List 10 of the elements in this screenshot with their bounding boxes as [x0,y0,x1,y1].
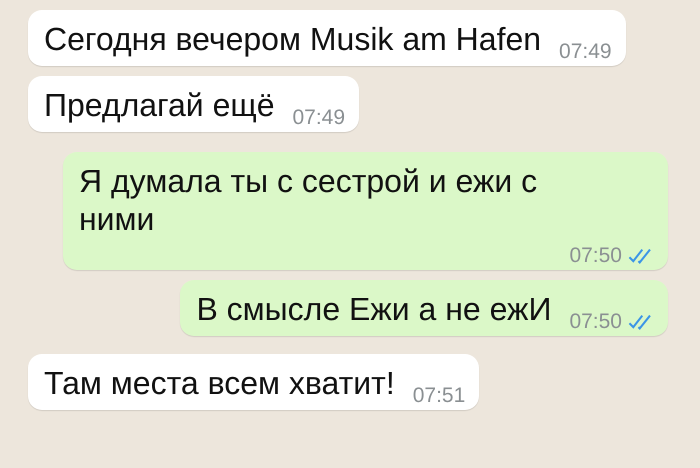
message-text: Там места всем хватит! [44,364,395,402]
message-text: Предлагай ещё [44,86,274,124]
message-time: 07:51 [412,384,466,408]
message-time: 07:50 [569,310,622,334]
message-time: 07:50 [569,244,622,268]
message-text: В смысле Ежи а не ежИ [196,290,552,328]
message-text: Я думала ты с сестрой и ежи с ними [79,162,538,238]
message-time: 07:49 [559,40,612,64]
message-time: 07:49 [292,106,346,130]
message-text: Сегодня вечером Musik am Hafen [44,20,542,58]
